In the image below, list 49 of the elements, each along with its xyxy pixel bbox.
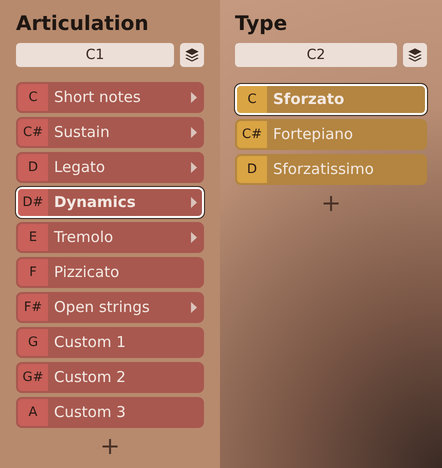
list-item[interactable]: C# Fortepiano (235, 119, 427, 150)
list-item[interactable]: E Tremolo (16, 222, 204, 253)
key-label: D (18, 154, 48, 181)
item-label: Legato (53, 157, 106, 178)
key-field[interactable]: C2 (235, 43, 397, 67)
item-label: Sustain (53, 122, 111, 144)
add-button[interactable]: + (312, 189, 350, 217)
item-label: Custom 3 (53, 402, 127, 424)
add-button[interactable]: + (92, 432, 128, 460)
list-item[interactable]: C Sforzato (235, 84, 427, 115)
key-label: F (18, 259, 48, 286)
key-label: C (18, 84, 48, 111)
key-label: E (18, 224, 48, 251)
key-label: G# (18, 364, 48, 391)
key-label: D (237, 156, 267, 183)
item-label: Dynamics (53, 192, 137, 214)
item-label: Tremolo (53, 227, 114, 248)
list-item[interactable]: D Legato (16, 152, 204, 183)
item-label: Sforzatissimo (272, 159, 375, 180)
key-label: C (237, 86, 267, 113)
item-label: Short notes (53, 87, 142, 108)
list-item[interactable]: F# Open strings (16, 292, 204, 323)
item-label: Pizzicato (53, 262, 120, 284)
panel-title: Articulation (16, 10, 150, 37)
item-label: Sforzato (272, 89, 346, 110)
key-field[interactable]: C1 (16, 43, 174, 67)
item-label: Custom 1 (53, 332, 127, 354)
list-item[interactable]: C# Sustain (16, 117, 204, 148)
layers-button[interactable] (180, 43, 204, 67)
layers-icon (184, 47, 200, 63)
key-label: C# (237, 121, 267, 148)
list-item[interactable]: G# Custom 2 (16, 362, 204, 393)
list-item[interactable]: D# Dynamics (16, 187, 204, 218)
item-label: Open strings (53, 297, 151, 318)
list-item[interactable]: C Short notes (16, 82, 204, 113)
item-label: Custom 2 (53, 367, 127, 388)
key-label: F# (18, 294, 48, 321)
layers-button[interactable] (403, 43, 427, 67)
layers-icon (407, 47, 423, 63)
list-item[interactable]: G Custom 1 (16, 327, 204, 358)
list-item[interactable]: F Pizzicato (16, 257, 204, 288)
list-item[interactable]: A Custom 3 (16, 397, 204, 428)
key-label: A (18, 399, 48, 426)
item-label: Fortepiano (272, 124, 354, 146)
list-item[interactable]: D Sforzatissimo (235, 154, 427, 185)
key-label: C# (18, 119, 48, 146)
key-label: G (18, 329, 48, 356)
panel-title: Type (235, 10, 288, 37)
key-label: D# (18, 189, 48, 216)
